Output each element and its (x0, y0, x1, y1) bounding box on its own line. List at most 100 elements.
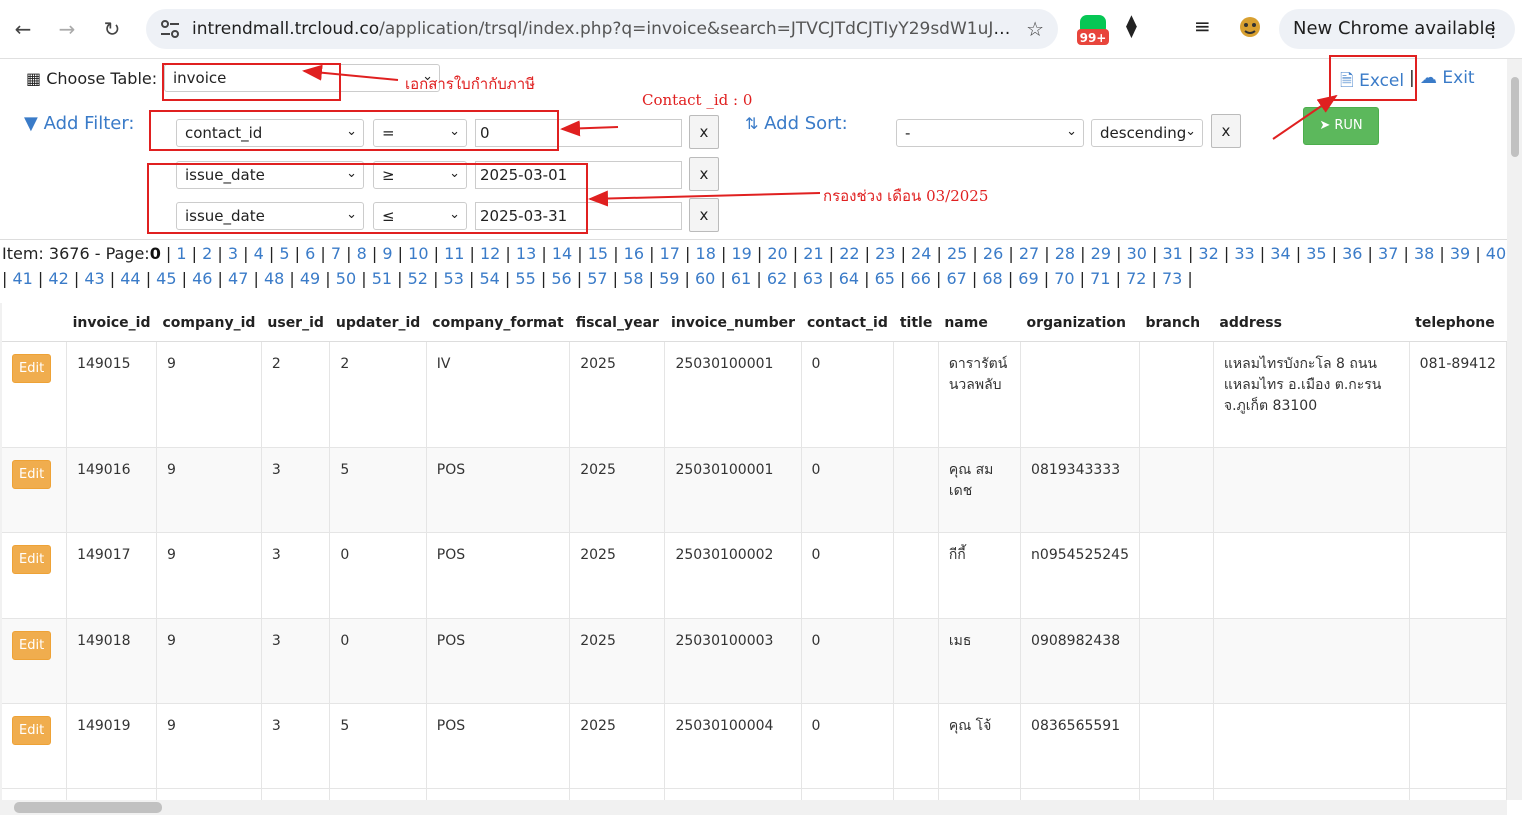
column-header[interactable] (2, 303, 67, 342)
page-link[interactable]: 12 (480, 244, 500, 263)
sort-direction-select[interactable]: descending ⌄ (1091, 119, 1203, 147)
page-link[interactable]: 66 (911, 269, 931, 288)
page-link[interactable]: 26 (983, 244, 1003, 263)
run-button[interactable]: ➤ RUN (1303, 107, 1379, 145)
column-header[interactable]: user_id (261, 303, 330, 342)
page-link[interactable]: 13 (516, 244, 536, 263)
page-link[interactable]: 7 (331, 244, 341, 263)
page-link[interactable]: 53 (444, 269, 464, 288)
horizontal-scrollbar[interactable] (0, 800, 1507, 815)
page-link[interactable]: 37 (1378, 244, 1398, 263)
page-link[interactable]: 3 (228, 244, 238, 263)
column-header[interactable]: title (893, 303, 939, 342)
page-link[interactable]: 16 (624, 244, 644, 263)
page-link[interactable]: 2 (202, 244, 212, 263)
column-header[interactable]: branch (1139, 303, 1214, 342)
page-link[interactable]: 68 (982, 269, 1002, 288)
page-link[interactable]: 10 (408, 244, 428, 263)
vertical-scrollbar[interactable] (1507, 59, 1522, 800)
page-link[interactable]: 1 (176, 244, 186, 263)
page-link[interactable]: 62 (767, 269, 787, 288)
page-link[interactable]: 28 (1055, 244, 1075, 263)
page-link[interactable]: 18 (696, 244, 716, 263)
column-header[interactable]: fiscal_year (569, 303, 665, 342)
exit-link[interactable]: ☁ Exit (1420, 68, 1475, 88)
horizontal-scroll-thumb[interactable] (14, 802, 162, 813)
page-link[interactable]: 44 (120, 269, 140, 288)
page-link[interactable]: 40 (1486, 244, 1506, 263)
menu-kebab-icon[interactable]: ⋮ (1483, 17, 1503, 41)
page-link[interactable]: 20 (767, 244, 787, 263)
page-link[interactable]: 27 (1019, 244, 1039, 263)
forward-icon[interactable]: → (52, 14, 82, 44)
edit-button[interactable]: Edit (12, 459, 52, 489)
column-header[interactable]: address (1213, 303, 1410, 342)
page-link[interactable]: 51 (372, 269, 392, 288)
column-header[interactable]: company_format (426, 303, 570, 342)
page-link[interactable]: 25 (947, 244, 967, 263)
profile-avatar[interactable] (1238, 14, 1262, 44)
page-link[interactable]: 6 (305, 244, 315, 263)
page-link[interactable]: 67 (946, 269, 966, 288)
page-link[interactable]: 24 (911, 244, 931, 263)
page-link[interactable]: 48 (264, 269, 284, 288)
address-bar[interactable]: intrendmall.trcloud.co/application/trsql… (146, 9, 1058, 49)
edit-button[interactable]: Edit (12, 715, 52, 745)
edit-button[interactable]: Edit (12, 353, 52, 383)
page-link[interactable]: 52 (408, 269, 428, 288)
remove-sort-button[interactable]: x (1211, 114, 1241, 148)
page-link[interactable]: 9 (382, 244, 392, 263)
page-link[interactable]: 11 (444, 244, 464, 263)
page-link[interactable]: 4 (254, 244, 264, 263)
page-link[interactable]: 22 (839, 244, 859, 263)
page-link[interactable]: 31 (1163, 244, 1183, 263)
page-link[interactable]: 73 (1162, 269, 1182, 288)
page-link[interactable]: 42 (48, 269, 68, 288)
page-link[interactable]: 32 (1198, 244, 1218, 263)
column-header[interactable]: organization (1020, 303, 1140, 342)
page-link[interactable]: 43 (84, 269, 104, 288)
remove-filter-button[interactable]: x (689, 157, 719, 191)
column-header[interactable]: company_id (156, 303, 262, 342)
edit-button[interactable]: Edit (12, 544, 52, 574)
page-link[interactable]: 38 (1414, 244, 1434, 263)
page-link[interactable]: 55 (515, 269, 535, 288)
page-link[interactable]: 72 (1126, 269, 1146, 288)
page-link[interactable]: 61 (731, 269, 751, 288)
column-header[interactable]: name (938, 303, 1021, 342)
page-link[interactable]: 23 (875, 244, 895, 263)
page-link[interactable]: 34 (1270, 244, 1290, 263)
page-link[interactable]: 47 (228, 269, 248, 288)
page-link[interactable]: 8 (357, 244, 367, 263)
page-link[interactable]: 14 (552, 244, 572, 263)
column-header[interactable]: telephone (1409, 303, 1507, 342)
page-link[interactable]: 41 (12, 269, 32, 288)
page-link[interactable]: 58 (623, 269, 643, 288)
column-header[interactable]: updater_id (329, 303, 427, 342)
page-link[interactable]: 71 (1090, 269, 1110, 288)
page-link[interactable]: 64 (839, 269, 859, 288)
page-link[interactable]: 39 (1450, 244, 1470, 263)
column-header[interactable]: invoice_id (66, 303, 157, 342)
column-header[interactable]: contact_id (801, 303, 894, 342)
reload-icon[interactable]: ↻ (97, 14, 127, 44)
page-link[interactable]: 49 (300, 269, 320, 288)
media-queue-icon[interactable]: ≡ (1194, 14, 1211, 38)
page-link[interactable]: 5 (279, 244, 289, 263)
page-link[interactable]: 56 (551, 269, 571, 288)
page-link[interactable]: 57 (587, 269, 607, 288)
vertical-scroll-thumb[interactable] (1511, 77, 1519, 157)
page-link[interactable]: 60 (695, 269, 715, 288)
page-link[interactable]: 19 (731, 244, 751, 263)
page-link[interactable]: 46 (192, 269, 212, 288)
edit-button[interactable]: Edit (12, 630, 52, 660)
site-settings-icon[interactable] (160, 20, 180, 38)
page-link[interactable]: 70 (1054, 269, 1074, 288)
page-link[interactable]: 65 (875, 269, 895, 288)
page-link[interactable]: 36 (1342, 244, 1362, 263)
page-link[interactable]: 45 (156, 269, 176, 288)
page-link[interactable]: 50 (336, 269, 356, 288)
page-link[interactable]: 30 (1127, 244, 1147, 263)
page-link[interactable]: 21 (803, 244, 823, 263)
bookmark-star-icon[interactable]: ☆ (1026, 17, 1044, 41)
